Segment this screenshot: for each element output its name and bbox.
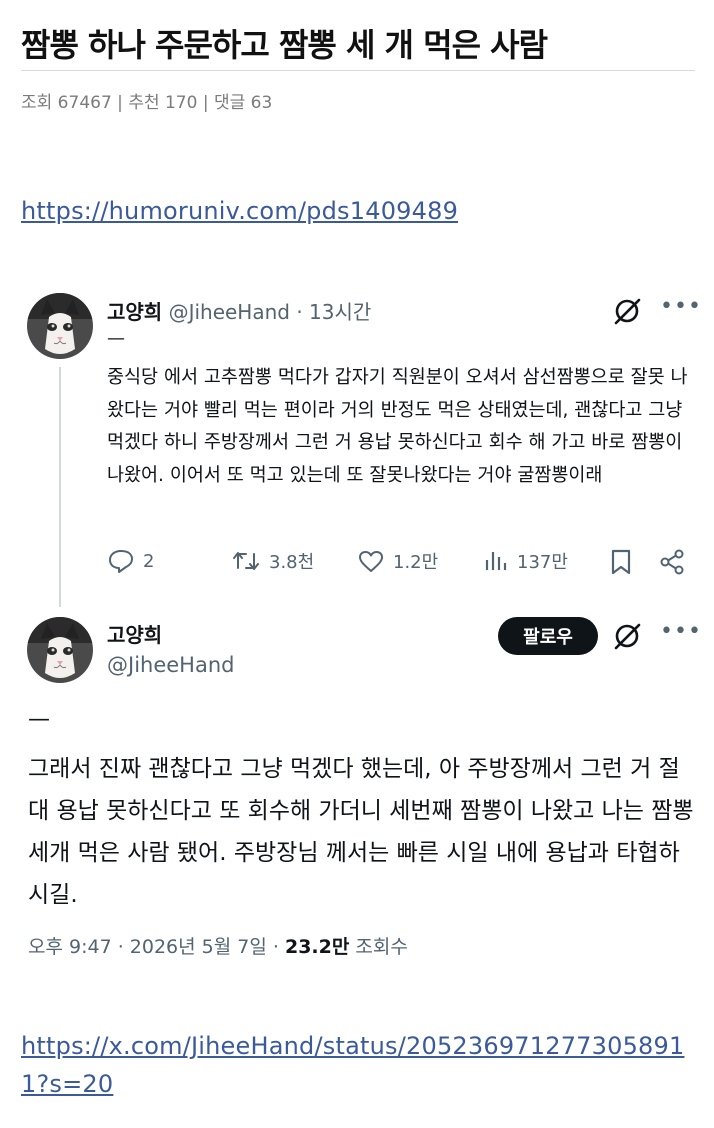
cat-avatar-icon bbox=[27, 617, 93, 683]
recommend-count: 추천 170 bbox=[128, 93, 198, 113]
meta-separator: | bbox=[202, 93, 209, 113]
bookmark-icon bbox=[611, 549, 631, 575]
views-button[interactable]: 137만 bbox=[483, 548, 568, 574]
share-icon bbox=[660, 549, 684, 575]
thread-line bbox=[59, 367, 61, 607]
reply-icon bbox=[109, 550, 133, 573]
bookmark-button[interactable] bbox=[609, 548, 633, 576]
views-count: 조회 67467 bbox=[21, 93, 112, 113]
more-icon[interactable]: ••• bbox=[660, 619, 702, 644]
heart-icon bbox=[359, 551, 383, 572]
views-count: 137만 bbox=[517, 552, 568, 573]
author-handle[interactable]: @JiheeHand bbox=[107, 653, 234, 677]
follow-button[interactable]: 팔로우 bbox=[498, 617, 598, 655]
tweet-link[interactable]: https://x.com/JiheeHand/status/205236971… bbox=[21, 1027, 695, 1103]
cat-avatar-icon bbox=[27, 293, 93, 359]
source-link[interactable]: https://humoruniv.com/pds1409489 bbox=[21, 197, 458, 225]
tweet-header: 고양희 @JiheeHand · 13시간 bbox=[107, 296, 371, 325]
body-dash: — bbox=[28, 707, 50, 732]
repost-count: 3.8천 bbox=[269, 552, 315, 573]
repost-icon bbox=[233, 552, 259, 570]
tweet-footer: 오후 9:47 · 2026년 5월 7일 · 23.2만 조회수 bbox=[28, 932, 408, 959]
author-name[interactable]: 고양희 bbox=[107, 300, 162, 324]
views-chart-icon bbox=[485, 552, 507, 570]
post-title: 짬뽕 하나 주문하고 짬뽕 세 개 먹은 사람 bbox=[21, 26, 548, 64]
reply-count: 2 bbox=[143, 550, 155, 572]
grok-icon[interactable] bbox=[612, 296, 642, 330]
header-dot: · bbox=[296, 300, 303, 324]
comments-count: 댓글 63 bbox=[214, 93, 273, 113]
more-icon[interactable]: ••• bbox=[660, 294, 702, 319]
tweet-views-count: 23.2만 bbox=[284, 936, 350, 958]
post-meta: 조회 67467 | 추천 170 | 댓글 63 bbox=[21, 88, 272, 113]
author-handle[interactable]: @JiheeHand bbox=[169, 300, 290, 324]
repost-button[interactable]: 3.8천 bbox=[231, 548, 314, 574]
body-dash: — bbox=[107, 328, 125, 349]
tweet-body: 중식당 에서 고추짬뽕 먹다가 갑자기 직원분이 오셔서 삼선짬뽕으로 잘못 나… bbox=[107, 367, 688, 486]
meta-separator: | bbox=[117, 93, 123, 113]
tweet-time[interactable]: 13시간 bbox=[309, 300, 371, 324]
like-button[interactable]: 1.2만 bbox=[357, 548, 438, 574]
like-count: 1.2만 bbox=[393, 552, 439, 573]
avatar[interactable] bbox=[27, 293, 93, 359]
author-name[interactable]: 고양희 bbox=[107, 619, 162, 648]
reply-button[interactable]: 2 bbox=[107, 548, 154, 574]
share-button[interactable] bbox=[659, 548, 687, 576]
tweet-actions: 2 3.8천 1.2만 137만 bbox=[107, 548, 687, 580]
tweet-body: 그래서 진짜 괜찮다고 그냥 먹겠다 했는데, 아 주방장께서 그런 거 절대 … bbox=[28, 756, 694, 908]
avatar[interactable] bbox=[27, 617, 93, 683]
grok-icon[interactable] bbox=[612, 621, 642, 655]
title-divider bbox=[21, 70, 695, 71]
tweet-timestamp[interactable]: 오후 9:47 · 2026년 5월 7일 · bbox=[28, 936, 279, 958]
tweet-views-suffix: 조회수 bbox=[355, 936, 408, 958]
